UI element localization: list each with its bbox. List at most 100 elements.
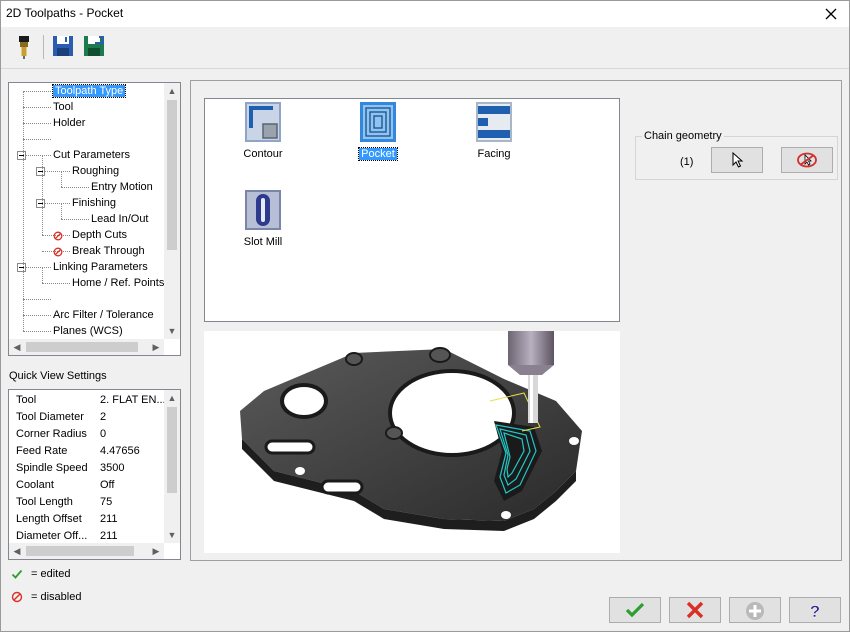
- quick-view-vertical-scrollbar[interactable]: ▲ ▼: [164, 390, 180, 543]
- scroll-down-arrow-icon[interactable]: ▼: [164, 323, 180, 339]
- tree-item[interactable]: Roughing: [72, 164, 119, 179]
- quick-view-value: 2: [100, 411, 107, 423]
- slot-mill-icon: [245, 190, 281, 230]
- tree-item[interactable]: Toolpath Type: [51, 84, 127, 99]
- toolpath-preview-image: [204, 331, 620, 553]
- quick-view-key: Feed Rate: [16, 445, 68, 457]
- tree-scroll-thumb[interactable]: [167, 100, 177, 250]
- scroll-right-arrow-icon[interactable]: ▶: [148, 339, 164, 355]
- tree-item-label: Lead In/Out: [91, 213, 149, 225]
- quick-view-row: Coolant Off: [16, 477, 166, 494]
- tree-item[interactable]: Cut Parameters: [53, 148, 130, 163]
- quick-view-row: Spindle Speed 3500: [16, 460, 166, 477]
- toolpath-type-label: Pocket: [358, 147, 398, 161]
- disabled-icon: [11, 591, 23, 603]
- tree-item-label: Planes (WCS): [53, 325, 123, 337]
- tree-item[interactable]: Lead In/Out: [91, 212, 149, 227]
- close-button[interactable]: [813, 1, 849, 27]
- part-preview-illustration: [240, 331, 582, 531]
- tree-collapse-icon[interactable]: [17, 151, 26, 160]
- tree-item[interactable]: Planes (WCS): [53, 324, 123, 339]
- scroll-right-arrow-icon[interactable]: ▶: [148, 543, 164, 559]
- legend-edited-label: = edited: [31, 568, 71, 580]
- tree-connector: [23, 267, 51, 268]
- tree-item-label: Entry Motion: [91, 181, 153, 193]
- tree-item[interactable]: Arc Filter / Tolerance: [53, 308, 154, 323]
- edited-check-icon: [11, 569, 23, 579]
- toolpath-type-pocket[interactable]: Pocket: [338, 102, 418, 172]
- pocket-icon: [360, 102, 396, 142]
- tree-horizontal-scrollbar[interactable]: ◀ ▶: [9, 339, 164, 355]
- help-question-icon: ?: [810, 602, 821, 621]
- toolpath-type-contour[interactable]: Contour: [223, 102, 303, 172]
- tree-trunk-line: [42, 155, 43, 235]
- ok-button[interactable]: [609, 597, 661, 623]
- scroll-down-arrow-icon[interactable]: ▼: [164, 527, 180, 543]
- tree-connector: [42, 171, 70, 172]
- clear-chain-button[interactable]: [781, 147, 833, 173]
- scroll-left-arrow-icon[interactable]: ◀: [9, 339, 25, 355]
- chain-geometry-caption: Chain geometry: [642, 130, 724, 142]
- tree-item[interactable]: Holder: [53, 116, 85, 131]
- help-button[interactable]: ?: [789, 597, 841, 623]
- tree-item-label: Tool: [53, 101, 74, 113]
- tree-item-label: Linking Parameters: [53, 261, 148, 273]
- quick-view-value: 3500: [100, 462, 125, 474]
- tree-trunk-line: [61, 203, 62, 219]
- quick-view-row: Corner Radius 0: [16, 426, 166, 443]
- quick-view-value: Off: [100, 479, 115, 491]
- save-button[interactable]: [51, 33, 77, 61]
- tool-probe-button[interactable]: [11, 33, 37, 61]
- tree-vertical-scrollbar[interactable]: ▲ ▼: [164, 83, 180, 339]
- tree-connector: [23, 331, 51, 332]
- tree-trunk-line: [23, 91, 24, 331]
- quick-view-row: Feed Rate 4.47656: [16, 443, 166, 460]
- tree-connector: [61, 219, 89, 220]
- tree-item[interactable]: Break Through: [72, 244, 145, 259]
- quick-view-row: Tool Length 75: [16, 494, 166, 511]
- tree-item[interactable]: Finishing: [72, 196, 116, 211]
- save-as-button[interactable]: [81, 33, 107, 61]
- tree-item-label: Break Through: [72, 245, 145, 257]
- quick-view-key: Corner Radius: [16, 428, 87, 440]
- tree-item-label: Holder: [53, 117, 86, 129]
- svg-text:?: ?: [810, 602, 820, 621]
- tree-item-label: Arc Filter / Tolerance: [53, 309, 154, 321]
- quick-view-key: Tool Diameter: [16, 411, 84, 423]
- tree-item[interactable]: Linking Parameters: [53, 260, 148, 275]
- tree-collapse-icon[interactable]: [17, 263, 26, 272]
- quick-view-settings-list[interactable]: Tool 2. FLAT EN... Tool Diameter 2 Corner Ra…: [8, 389, 181, 560]
- tree-item[interactable]: Tool: [53, 100, 73, 115]
- parameter-tree[interactable]: Toolpath Type Tool Holder Cut Parameters Rou…: [8, 82, 181, 356]
- tree-connector: [42, 283, 70, 284]
- tree-item[interactable]: Depth Cuts: [72, 228, 127, 243]
- checkmark-icon: [625, 602, 645, 618]
- scroll-left-arrow-icon[interactable]: ◀: [9, 543, 25, 559]
- apply-button[interactable]: [729, 597, 781, 623]
- tree-item-label: Roughing: [72, 165, 120, 177]
- toolbar-separator: [43, 35, 44, 59]
- quick-view-scroll-thumb[interactable]: [167, 407, 177, 493]
- tree-connector: [23, 107, 51, 108]
- cancel-button[interactable]: [669, 597, 721, 623]
- cursor-arrow-icon: [732, 152, 744, 168]
- quick-view-hscroll-thumb[interactable]: [26, 546, 134, 556]
- scroll-up-arrow-icon[interactable]: ▲: [164, 83, 180, 99]
- tree-collapse-icon[interactable]: [36, 167, 45, 176]
- toolpath-type-list[interactable]: Contour Pocket Facing Slot Mill: [204, 98, 620, 322]
- tree-item-label: Finishing: [72, 197, 117, 209]
- select-chain-button[interactable]: [711, 147, 763, 173]
- scroll-up-arrow-icon[interactable]: ▲: [164, 390, 180, 406]
- tree-item-label: Depth Cuts: [72, 229, 128, 241]
- tree-item[interactable]: Home / Ref. Points: [72, 276, 164, 291]
- plus-icon: [746, 602, 764, 620]
- quick-view-key: Length Offset: [16, 513, 82, 525]
- toolpath-type-facing[interactable]: Facing: [454, 102, 534, 172]
- tree-item[interactable]: Entry Motion: [91, 180, 153, 195]
- tool-probe-icon: [19, 36, 29, 59]
- quick-view-horizontal-scrollbar[interactable]: ◀ ▶: [9, 543, 164, 559]
- tree-connector: [61, 187, 89, 188]
- tree-hscroll-thumb[interactable]: [26, 342, 138, 352]
- tree-collapse-icon[interactable]: [36, 199, 45, 208]
- toolpath-type-slot-mill[interactable]: Slot Mill: [223, 190, 303, 260]
